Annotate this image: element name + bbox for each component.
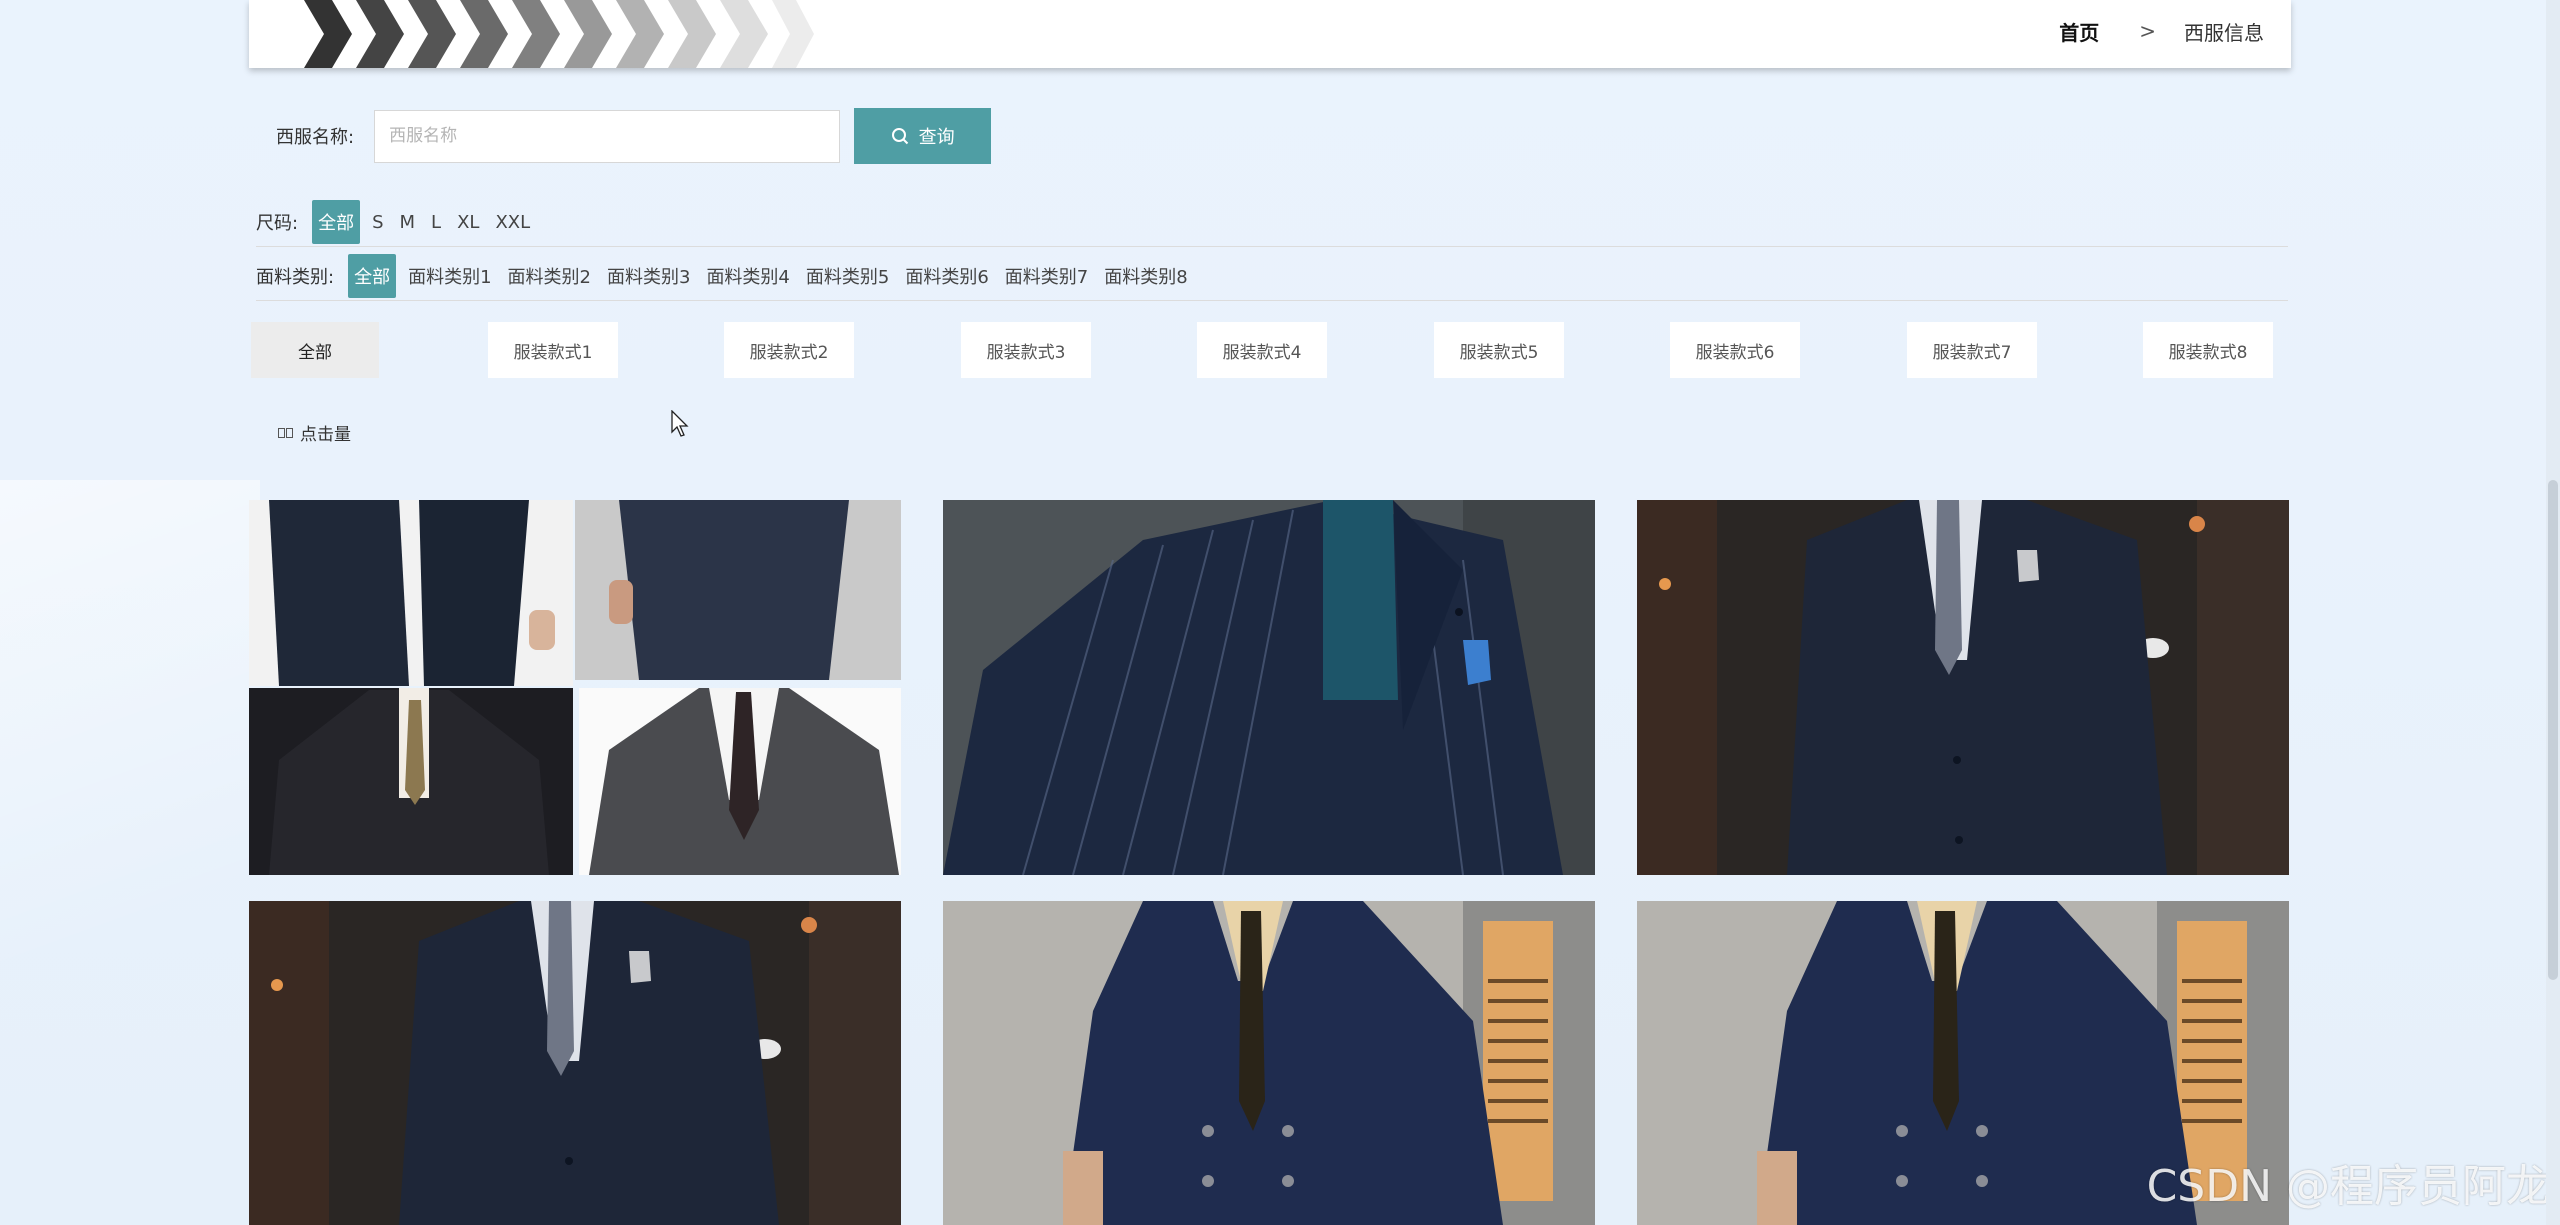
style-option-6[interactable]: 服装款式6 xyxy=(1670,322,1800,378)
style-option-all[interactable]: 全部 xyxy=(251,322,379,378)
size-option-s[interactable]: S xyxy=(368,206,387,239)
size-option-all[interactable]: 全部 xyxy=(312,200,361,244)
sort-label: 点击量 xyxy=(300,425,351,445)
sort-icon xyxy=(278,427,293,438)
style-option-4[interactable]: 服装款式4 xyxy=(1197,322,1327,378)
sort-by-clicks[interactable]: 点击量 xyxy=(278,420,351,445)
product-image xyxy=(1637,500,2289,875)
watermark-text: CSDN @程序员阿龙 xyxy=(2146,1161,2550,1212)
product-card[interactable] xyxy=(1637,500,2289,875)
product-card[interactable] xyxy=(249,901,901,1225)
style-filter: 全部 服装款式1 服装款式2 服装款式3 服装款式4 服装款式5 服装款式6 服… xyxy=(251,322,2291,378)
style-option-8[interactable]: 服装款式8 xyxy=(2143,322,2273,378)
fabric-option-2[interactable]: 面料类别2 xyxy=(504,257,595,295)
size-filter-label: 尺码: xyxy=(256,213,299,234)
search-button[interactable]: 查询 xyxy=(854,108,992,164)
size-option-xl[interactable]: XL xyxy=(453,206,483,239)
scrollbar-thumb[interactable] xyxy=(2548,480,2558,980)
fabric-option-6[interactable]: 面料类别6 xyxy=(901,257,992,295)
top-header: 首页 > 西服信息 xyxy=(249,0,2291,68)
fabric-option-all[interactable]: 全部 xyxy=(348,254,397,298)
search-row: 西服名称: 查询 xyxy=(276,108,992,164)
style-option-7[interactable]: 服装款式7 xyxy=(1907,322,2037,378)
product-image xyxy=(943,901,1595,1225)
breadcrumb: 首页 > 西服信息 xyxy=(2059,0,2264,62)
search-icon xyxy=(891,128,908,145)
fabric-option-1[interactable]: 面料类别1 xyxy=(404,257,495,295)
page-scrollbar[interactable] xyxy=(2546,0,2560,1225)
search-input[interactable] xyxy=(374,109,841,163)
fabric-option-5[interactable]: 面料类别5 xyxy=(802,257,893,295)
product-card[interactable] xyxy=(943,901,1595,1225)
fabric-option-4[interactable]: 面料类别4 xyxy=(702,257,793,295)
search-button-label: 查询 xyxy=(918,127,955,148)
style-option-5[interactable]: 服装款式5 xyxy=(1434,322,1564,378)
size-option-l[interactable]: L xyxy=(427,206,445,239)
product-card[interactable] xyxy=(249,500,901,875)
size-option-m[interactable]: M xyxy=(396,206,420,239)
size-filter: 尺码: 全部 S M L XL XXL xyxy=(256,198,2288,247)
background-decoration xyxy=(0,480,260,1100)
breadcrumb-separator: > xyxy=(2139,19,2156,43)
product-card[interactable] xyxy=(943,500,1595,875)
style-option-3[interactable]: 服装款式3 xyxy=(961,322,1091,378)
fabric-option-8[interactable]: 面料类别8 xyxy=(1100,257,1191,295)
fabric-filter-label: 面料类别: xyxy=(256,267,335,288)
style-option-1[interactable]: 服装款式1 xyxy=(488,322,618,378)
breadcrumb-home[interactable]: 首页 xyxy=(2059,17,2099,46)
style-option-2[interactable]: 服装款式2 xyxy=(724,322,854,378)
mouse-cursor-icon xyxy=(671,410,689,437)
fabric-option-3[interactable]: 面料类别3 xyxy=(603,257,694,295)
product-image xyxy=(249,901,901,1225)
product-image xyxy=(943,500,1595,875)
search-label: 西服名称: xyxy=(276,127,355,148)
fabric-filter: 面料类别: 全部 面料类别1 面料类别2 面料类别3 面料类别4 面料类别5 面… xyxy=(256,252,2288,301)
breadcrumb-current: 西服信息 xyxy=(2184,20,2264,45)
logo-arrows-icon xyxy=(304,0,814,68)
size-option-xxl[interactable]: XXL xyxy=(491,206,534,239)
fabric-option-7[interactable]: 面料类别7 xyxy=(1001,257,1092,295)
product-image xyxy=(249,500,901,875)
